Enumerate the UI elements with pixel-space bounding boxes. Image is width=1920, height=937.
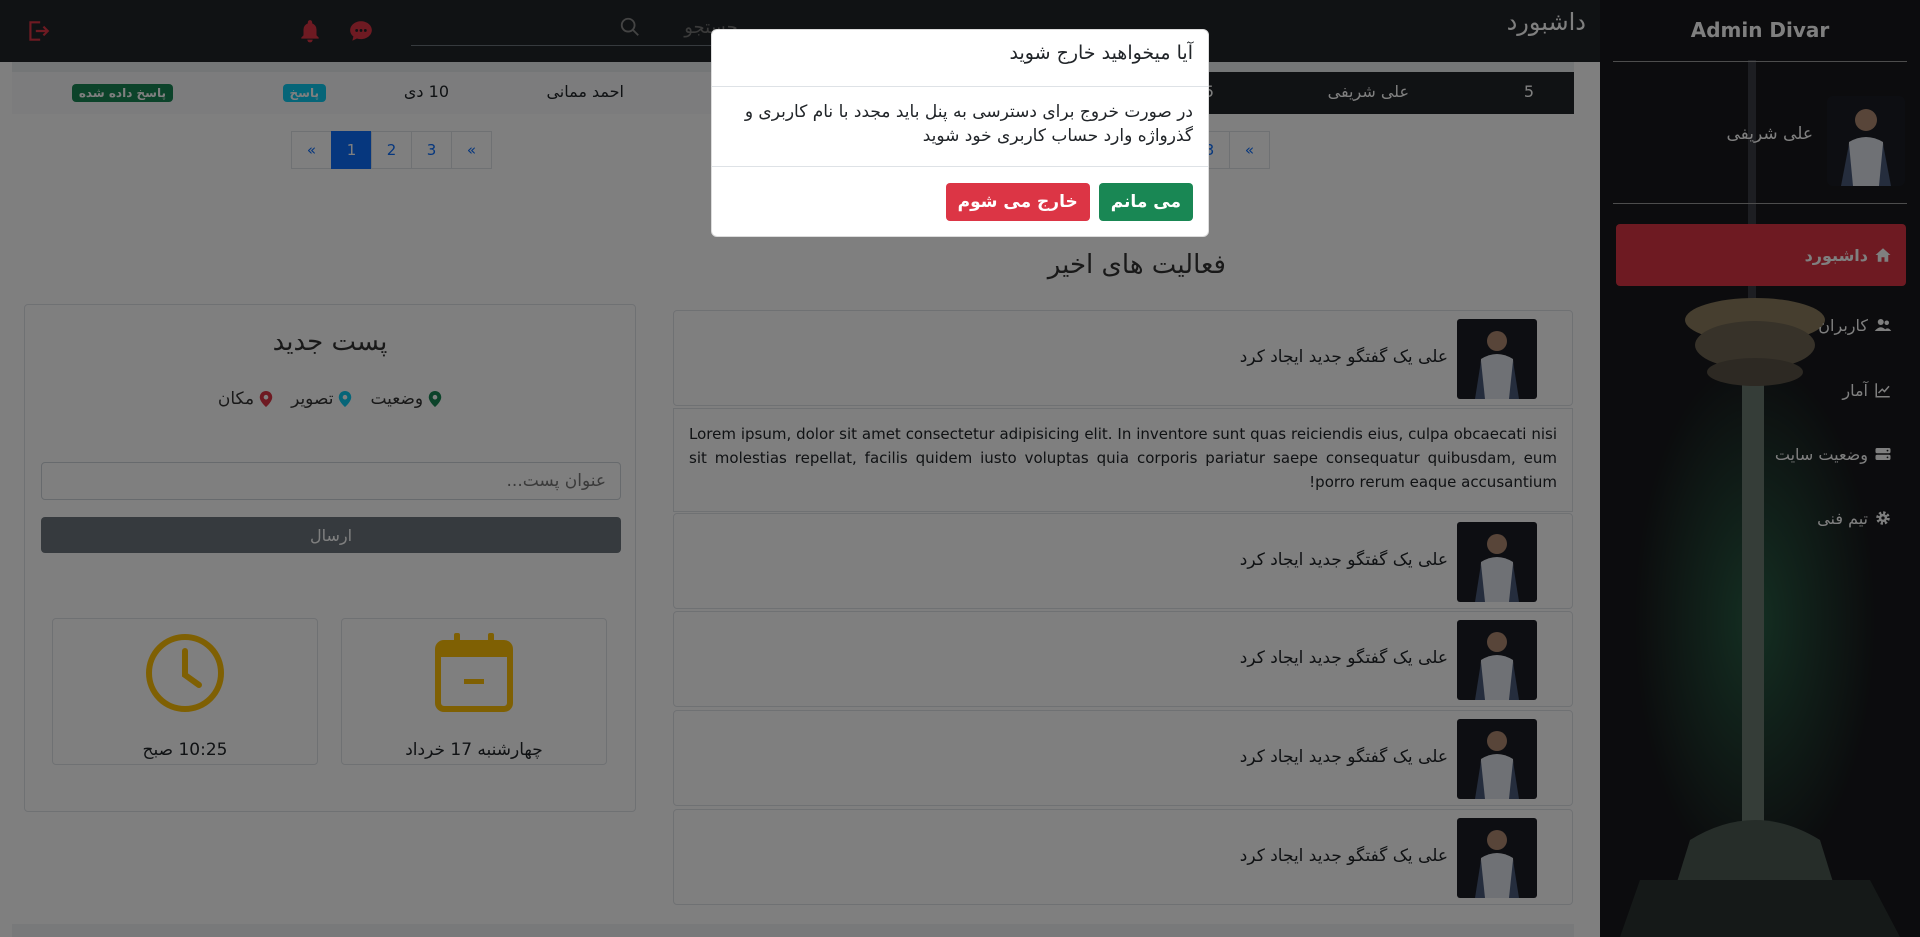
logout-modal: آیا میخواهید خارج شوید در صورت خروج برای… [711,29,1209,237]
modal-body: در صورت خروج برای دسترسی به پنل باید مجد… [712,87,1208,167]
stay-button[interactable]: می مانم [1098,183,1193,221]
modal-title: آیا میخواهید خارج شوید [712,30,1208,87]
logout-confirm-button[interactable]: خارج می شوم [945,183,1090,221]
modal-footer: می مانم خارج می شوم [712,167,1208,237]
